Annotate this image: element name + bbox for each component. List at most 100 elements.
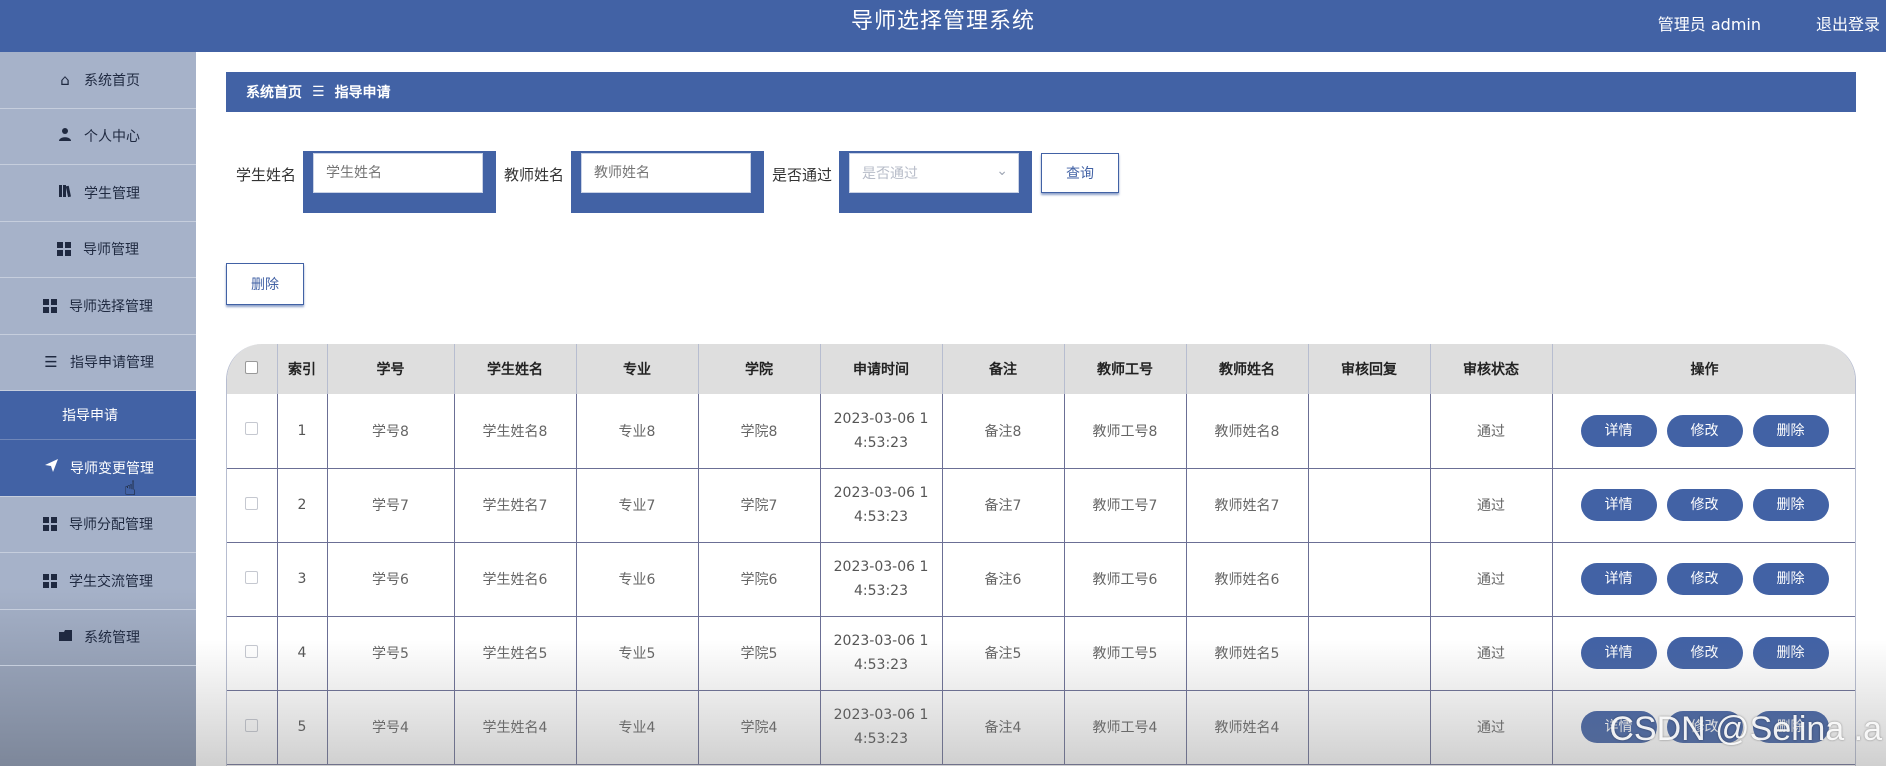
delete-button[interactable]: 删除	[1752, 414, 1829, 447]
apply-time-line1: 2023-03-06 1	[833, 410, 929, 427]
sidebar-item-profile[interactable]: 个人中心	[0, 109, 196, 165]
cell-review-reply	[1308, 468, 1431, 543]
cell-major: 专业7	[576, 468, 699, 543]
edit-button[interactable]: 修改	[1666, 563, 1743, 595]
column-header: 教师工号	[1064, 344, 1187, 394]
home-icon: ⌂	[60, 70, 70, 89]
apply-time-line2: 4:53:23	[854, 583, 908, 599]
cell-operations: 详情 修改 删除	[1552, 394, 1855, 469]
chevron-down-icon: ⌄	[996, 163, 1008, 179]
breadcrumb-home[interactable]: 系统首页	[246, 82, 302, 102]
cell-index: 1	[277, 394, 328, 469]
detail-button[interactable]: 详情	[1580, 489, 1657, 521]
cell-review-status: 通过	[1430, 616, 1553, 691]
cell-review-reply	[1308, 394, 1431, 469]
row-checkbox[interactable]	[245, 496, 259, 510]
sidebar-item-student-exchange[interactable]: 学生交流管理	[0, 553, 196, 610]
cell-college: 学院7	[698, 468, 821, 543]
cell-apply-time: 2023-03-06 1 4:53:23	[820, 542, 943, 617]
apply-time-line2: 4:53:23	[854, 434, 908, 451]
sidebar-item-label: 个人中心	[84, 129, 140, 146]
cell-review-status: 通过	[1430, 542, 1553, 617]
row-select-cell	[227, 690, 278, 765]
table-row: 4 学号5 学生姓名5 专业5 学院5 2023-03-06 1 4:53:23 备注5 教师工…	[227, 616, 1855, 691]
query-button[interactable]: 查询	[1041, 153, 1119, 193]
breadcrumb-current: 指导申请	[334, 85, 391, 101]
apply-time-line2: 4:53:23	[854, 657, 908, 673]
cell-teacher-no: 教师工号7	[1064, 468, 1187, 543]
column-header: 专业	[576, 344, 699, 394]
edit-button[interactable]: 修改	[1666, 489, 1743, 521]
cell-student-name: 学生姓名8	[454, 394, 577, 469]
cell-teacher-name: 教师姓名4	[1186, 690, 1309, 765]
cell-student-no: 学号8	[327, 394, 455, 469]
cell-student-no: 学号5	[327, 616, 455, 691]
cell-review-reply	[1308, 542, 1431, 617]
detail-button[interactable]: 详情	[1580, 414, 1657, 447]
delete-button[interactable]: 删除	[1752, 489, 1829, 521]
cell-apply-time: 2023-03-06 1 4:53:23	[820, 468, 943, 543]
cell-teacher-name: 教师姓名7	[1186, 468, 1309, 543]
row-checkbox[interactable]	[245, 570, 259, 584]
sidebar-item-system[interactable]: 系统管理	[0, 610, 196, 666]
cell-teacher-no: 教师工号5	[1064, 616, 1187, 691]
cell-index: 4	[277, 616, 328, 691]
student-name-label: 学生姓名	[236, 166, 297, 184]
select-all-cell	[227, 344, 278, 394]
grid-icon	[43, 517, 57, 532]
hand-cursor-icon: ☝	[124, 476, 137, 500]
cell-college: 学院8	[698, 394, 821, 469]
cell-major: 专业5	[576, 616, 699, 691]
row-checkbox[interactable]	[245, 422, 259, 436]
cell-index: 5	[277, 690, 328, 765]
grid-icon	[43, 298, 57, 313]
column-header: 学院	[698, 344, 821, 394]
cell-apply-time: 2023-03-06 1 4:53:23	[820, 394, 943, 469]
cell-major: 专业4	[576, 690, 699, 765]
edit-button[interactable]: 修改	[1666, 414, 1743, 447]
sidebar-item-label: 系统首页	[84, 72, 140, 89]
cell-note: 备注5	[942, 616, 1065, 691]
teacher-name-input[interactable]	[581, 153, 751, 193]
cell-note: 备注8	[942, 394, 1065, 469]
row-select-cell	[227, 394, 278, 469]
delete-button[interactable]: 删除	[1752, 637, 1829, 669]
detail-button[interactable]: 详情	[1580, 637, 1657, 669]
cell-major: 专业8	[576, 394, 699, 469]
data-table: 索引 学号 学生姓名 专业 学院 申请时间 备注 教师工号 教师姓名 审核回复 …	[226, 344, 1856, 766]
column-header: 教师姓名	[1186, 344, 1309, 394]
cell-teacher-name: 教师姓名5	[1186, 616, 1309, 691]
pass-status-select[interactable]: 是否通过 ⌄	[849, 153, 1019, 193]
logout-link[interactable]: 退出登录	[1816, 11, 1880, 35]
grid-icon	[57, 242, 71, 257]
apply-time-line1: 2023-03-06 1	[833, 707, 929, 723]
sidebar-item-teachers[interactable]: 导师管理	[0, 222, 196, 278]
edit-button[interactable]: 修改	[1666, 637, 1743, 669]
sidebar-subitem-guidance-apply[interactable]: 指导申请	[0, 391, 196, 440]
student-name-input[interactable]	[313, 153, 483, 193]
pass-status-box: 是否通过 ⌄	[839, 151, 1032, 213]
cell-note: 备注4	[942, 690, 1065, 765]
sidebar-item-guidance-apply-mgmt[interactable]: ☰ 指导申请管理	[0, 335, 196, 391]
cell-major: 专业6	[576, 542, 699, 617]
row-checkbox[interactable]	[245, 644, 259, 658]
top-bar: 导师选择管理系统 管理员 admin 退出登录	[0, 0, 1886, 52]
person-icon	[56, 127, 74, 145]
sidebar-item-teacher-selection[interactable]: 导师选择管理	[0, 278, 196, 335]
student-name-box	[303, 151, 496, 213]
delete-button[interactable]: 删除	[1752, 563, 1829, 595]
sidebar-item-teacher-change[interactable]: 导师变更管理	[0, 440, 196, 497]
sidebar-item-home[interactable]: ⌂ 系统首页	[0, 52, 196, 109]
sidebar-item-students[interactable]: 学生管理	[0, 165, 196, 222]
table-row: 1 学号8 学生姓名8 专业8 学院8 2023-03-06 1 4:53:23 备注8 教师工…	[227, 394, 1855, 469]
detail-button[interactable]: 详情	[1580, 563, 1657, 595]
select-all-checkbox[interactable]	[245, 360, 259, 374]
sidebar-item-teacher-assign[interactable]: 导师分配管理	[0, 497, 196, 553]
sidebar-item-label: 导师管理	[83, 242, 139, 259]
sidebar-item-label: 指导申请	[62, 408, 118, 424]
cell-college: 学院6	[698, 542, 821, 617]
column-header: 学生姓名	[454, 344, 577, 394]
row-checkbox[interactable]	[245, 718, 259, 732]
batch-delete-button[interactable]: 删除	[226, 263, 304, 305]
cell-note: 备注6	[942, 542, 1065, 617]
